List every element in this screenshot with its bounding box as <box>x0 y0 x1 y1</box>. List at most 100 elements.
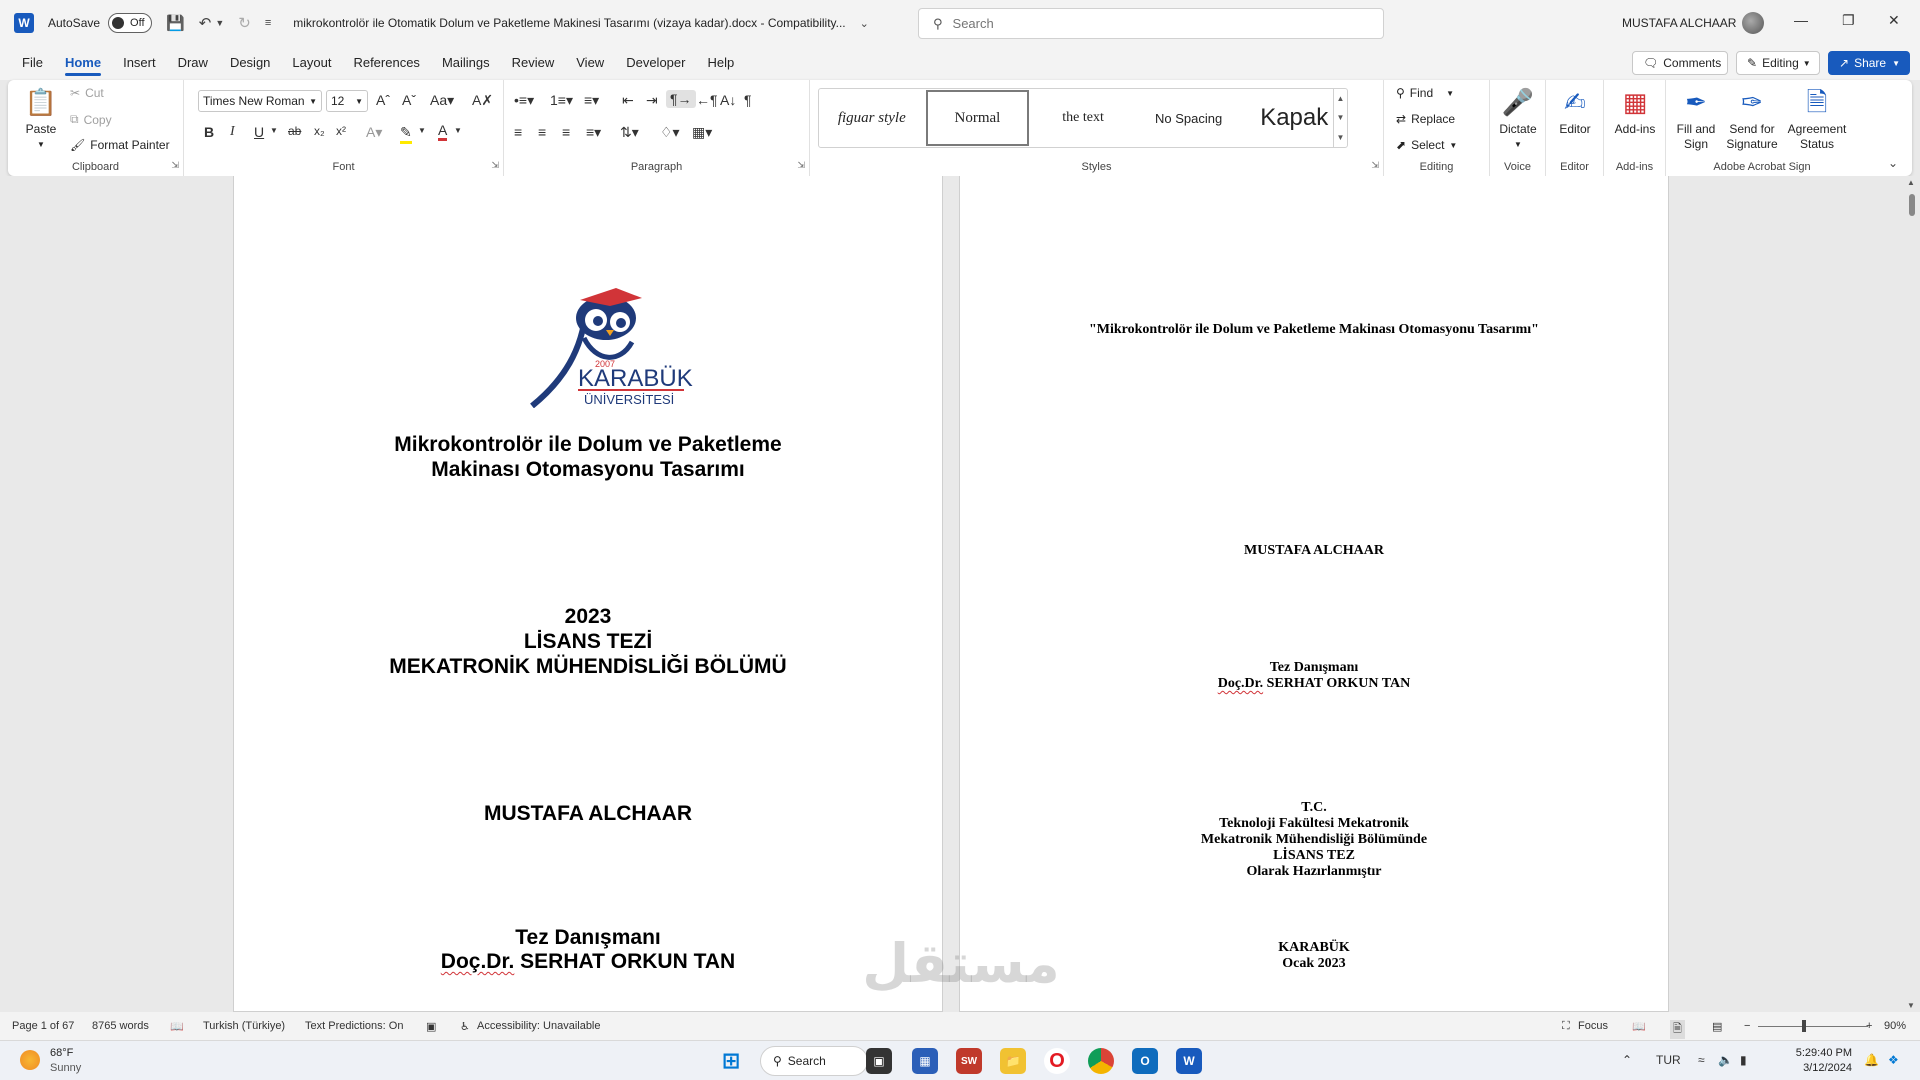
avatar[interactable] <box>1742 12 1764 34</box>
editing-mode-button[interactable]: ✎ Editing ▼ <box>1736 51 1820 75</box>
bold-icon[interactable]: B <box>204 124 214 140</box>
outlook-icon[interactable]: O <box>1132 1048 1158 1074</box>
format-painter-button[interactable]: 🖌 Format Painter <box>70 138 170 152</box>
wifi-icon[interactable]: ≈ <box>1698 1053 1705 1067</box>
autosave-toggle[interactable]: Off <box>108 13 153 33</box>
minimize-icon[interactable]: — <box>1794 12 1808 28</box>
volume-icon[interactable]: 🔈 <box>1718 1053 1733 1067</box>
chevron-down-icon[interactable]: ▼ <box>1337 113 1345 122</box>
dialog-launcher-icon[interactable]: ⇲ <box>171 160 179 171</box>
weather-widget[interactable]: 68°F Sunny <box>50 1046 81 1076</box>
tab-mailings[interactable]: Mailings <box>442 46 490 80</box>
accessibility-status[interactable]: Accessibility: Unavailable <box>477 1020 601 1032</box>
chevron-down-icon[interactable]: ▼ <box>270 126 278 135</box>
multilevel-list-icon[interactable]: ≡▾ <box>584 92 599 109</box>
user-name[interactable]: MUSTAFA ALCHAAR <box>1622 16 1736 30</box>
dialog-launcher-icon[interactable]: ⇲ <box>491 160 499 171</box>
change-case-icon[interactable]: Aa▾ <box>430 92 454 109</box>
accessibility-icon[interactable]: ♿ <box>460 1020 470 1033</box>
restore-icon[interactable]: ❐ <box>1842 12 1855 29</box>
taskbar-search[interactable]: ⚲ Search <box>760 1046 868 1076</box>
sort-icon[interactable]: A↓ <box>720 92 736 108</box>
page-count[interactable]: Page 1 of 67 <box>12 1020 74 1032</box>
save-icon[interactable]: 💾 <box>166 14 185 32</box>
strikethrough-icon[interactable]: ab <box>288 124 301 138</box>
fill-and-sign-button[interactable]: ✒ Fill and Sign <box>1670 86 1722 152</box>
tab-draw[interactable]: Draw <box>178 46 208 80</box>
clock[interactable]: 5:29:40 PM 3/12/2024 <box>1772 1046 1852 1076</box>
search-input[interactable] <box>952 16 1353 31</box>
web-layout-icon[interactable]: ▤ <box>1712 1020 1722 1033</box>
align-center-icon[interactable]: ≡ <box>538 124 546 140</box>
customize-toolbar-icon[interactable]: ≡ <box>265 17 271 29</box>
justify-icon[interactable]: ≡▾ <box>586 124 601 141</box>
vertical-scrollbar[interactable]: ▲ ▼ <box>1904 176 1920 1012</box>
zoom-out-icon[interactable]: − <box>1744 1020 1750 1032</box>
chevron-down-icon[interactable]: ⌄ <box>860 17 869 30</box>
agreement-status-button[interactable]: 🗎 Agreement Status <box>1784 86 1850 152</box>
dictate-button[interactable]: 🎤 Dictate ▼ <box>1496 86 1540 152</box>
align-right-icon[interactable]: ≡ <box>562 124 570 140</box>
tab-references[interactable]: References <box>353 46 419 80</box>
tab-developer[interactable]: Developer <box>626 46 685 80</box>
font-name-select[interactable]: Times New Roman ▼ <box>198 90 322 112</box>
chevron-down-icon[interactable]: ▼ <box>418 126 426 135</box>
grow-font-icon[interactable]: Aˆ <box>376 92 390 108</box>
bullets-icon[interactable]: •≡▾ <box>514 92 534 109</box>
font-size-select[interactable]: 12 ▼ <box>326 90 368 112</box>
scroll-up-icon[interactable]: ▲ <box>1907 178 1915 187</box>
tab-review[interactable]: Review <box>512 46 555 80</box>
shrink-font-icon[interactable]: Aˇ <box>402 92 416 108</box>
redo-icon[interactable]: ↻ <box>238 14 251 32</box>
close-icon[interactable]: ✕ <box>1888 12 1900 29</box>
zoom-slider[interactable] <box>1758 1026 1868 1027</box>
sun-icon[interactable] <box>20 1050 40 1070</box>
shading-icon[interactable]: ♢▾ <box>660 124 680 141</box>
task-view-icon[interactable]: ▣ <box>866 1048 892 1074</box>
subscript-icon[interactable]: x₂ <box>314 124 325 138</box>
highlight-icon[interactable]: ✎ <box>400 124 412 144</box>
dialog-launcher-icon[interactable]: ⇲ <box>1371 160 1379 171</box>
page-1[interactable]: 2007 KARABÜK ÜNİVERSİTESİ Mikrokontrolör… <box>233 176 943 1012</box>
style-normal[interactable]: Normal <box>925 90 1030 146</box>
document-title[interactable]: mikrokontrolör ile Otomatik Dolum ve Pak… <box>293 16 845 30</box>
find-button[interactable]: ⚲ Find ▼ <box>1396 86 1454 100</box>
focus-icon[interactable]: ⛶ <box>1562 1020 1570 1033</box>
font-color-icon[interactable]: A <box>438 122 448 141</box>
word-taskbar-icon[interactable]: W <box>1176 1048 1202 1074</box>
share-button[interactable]: ↗ Share ▼ <box>1828 51 1910 75</box>
battery-icon[interactable]: ▮ <box>1740 1053 1747 1067</box>
opera-icon[interactable]: O <box>1044 1048 1070 1074</box>
select-button[interactable]: ⬈ Select ▼ <box>1396 138 1457 152</box>
undo-dropdown-icon[interactable]: ▼ <box>215 18 224 28</box>
collapse-ribbon-icon[interactable]: ⌄ <box>1888 156 1898 170</box>
scroll-down-icon[interactable]: ▼ <box>1907 1001 1915 1010</box>
scroll-thumb[interactable] <box>1909 194 1915 216</box>
notification-bell-icon[interactable]: 🔔 <box>1864 1053 1879 1067</box>
language-indicator[interactable]: Turkish (Türkiye) <box>203 1020 285 1032</box>
word-count[interactable]: 8765 words <box>92 1020 149 1032</box>
clear-formatting-icon[interactable]: A✗ <box>472 92 493 109</box>
chevron-up-icon[interactable]: ▲ <box>1337 94 1345 103</box>
search-box[interactable]: ⚲ <box>918 8 1384 39</box>
print-layout-icon[interactable]: 🗎 <box>1670 1020 1685 1039</box>
italic-icon[interactable]: I <box>230 124 235 140</box>
solidworks-icon[interactable]: SW <box>956 1048 982 1074</box>
addins-button[interactable]: ▦ Add-ins <box>1610 86 1660 137</box>
tab-insert[interactable]: Insert <box>123 46 156 80</box>
borders-icon[interactable]: ▦▾ <box>692 124 712 141</box>
chevron-down-icon[interactable]: ▼ <box>454 126 462 135</box>
file-explorer-icon[interactable]: 📁 <box>1000 1048 1026 1074</box>
start-windows-icon[interactable]: ⊞ <box>718 1048 744 1074</box>
cut-button[interactable]: ✂ Cut <box>70 86 104 100</box>
line-spacing-icon[interactable]: ⇅▾ <box>620 124 639 141</box>
zoom-slider-thumb[interactable] <box>1802 1020 1806 1032</box>
increase-indent-icon[interactable]: ⇥ <box>646 92 658 109</box>
undo-icon[interactable]: ↶ <box>199 14 212 32</box>
ltr-text-icon[interactable]: ¶→ <box>666 90 696 108</box>
style-no-spacing[interactable]: No Spacing <box>1136 89 1242 147</box>
read-mode-icon[interactable]: 📖 <box>1632 1020 1646 1033</box>
style-the-text[interactable]: the text <box>1030 89 1136 147</box>
chrome-icon[interactable] <box>1088 1048 1114 1074</box>
dialog-launcher-icon[interactable]: ⇲ <box>797 160 805 171</box>
